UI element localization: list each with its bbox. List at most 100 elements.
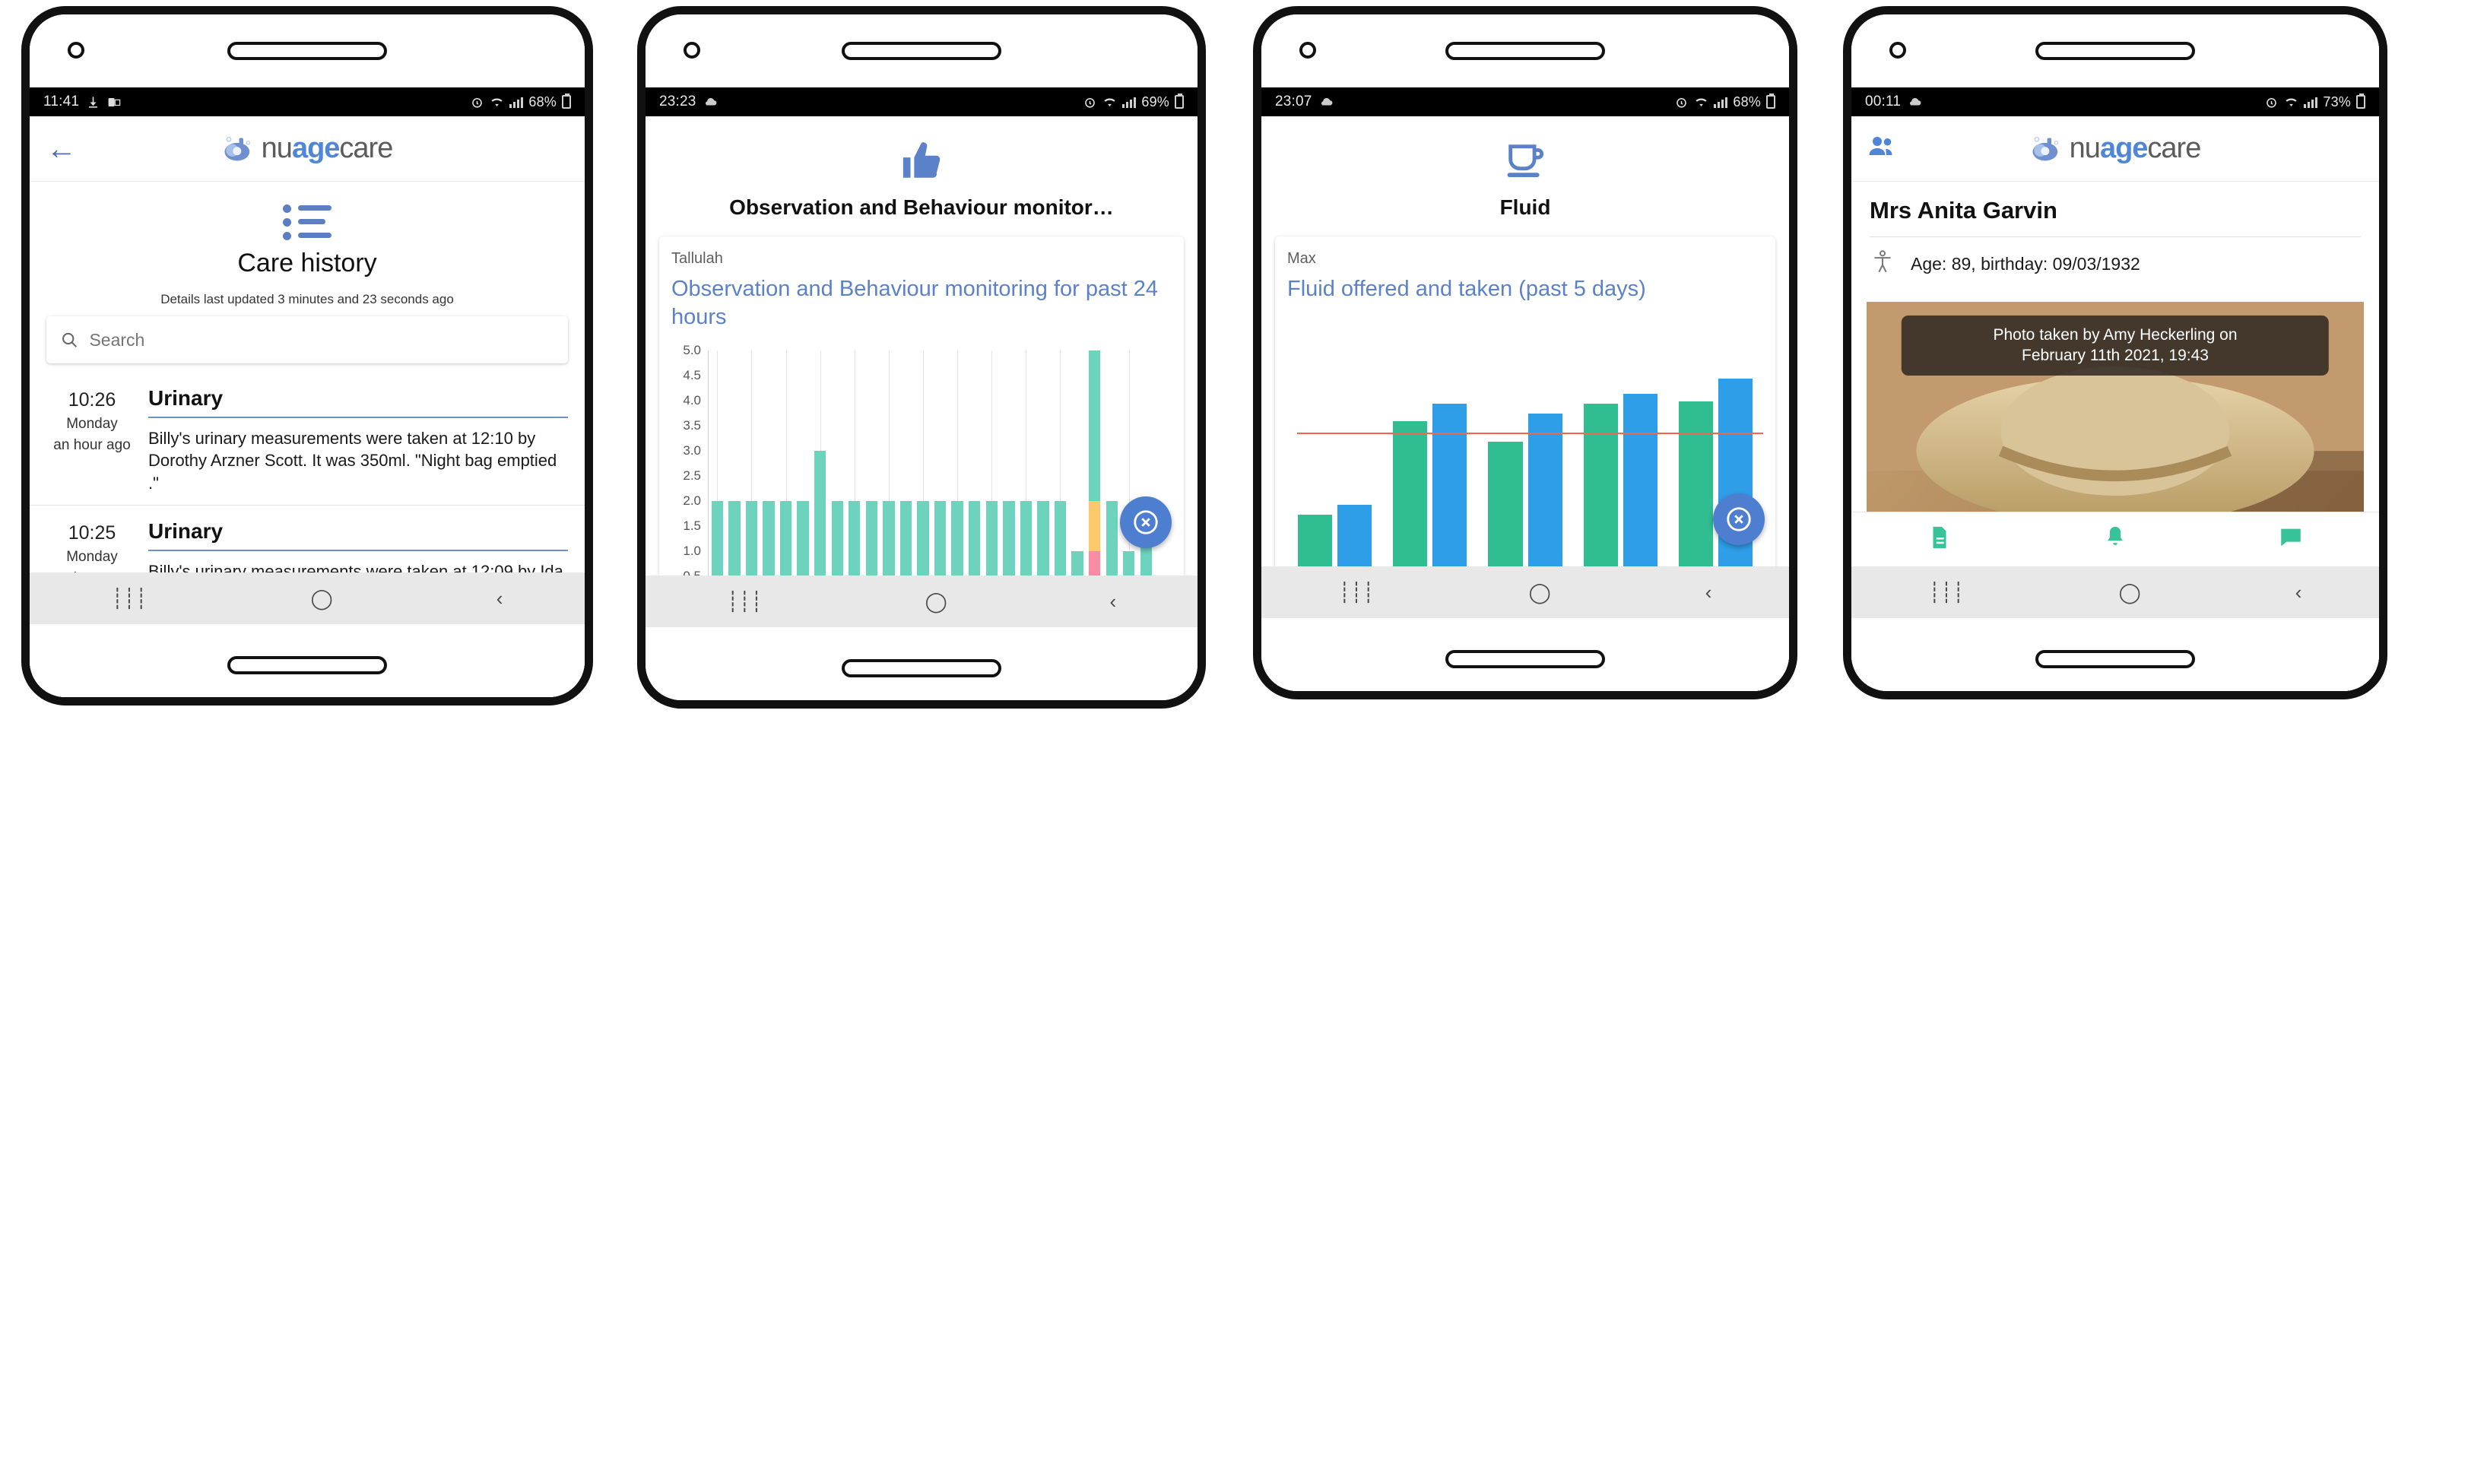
wifi-icon (2286, 98, 2297, 106)
cloud-icon (1910, 97, 1921, 105)
bar-slot (846, 350, 864, 602)
bar-group (1477, 323, 1572, 586)
divider (148, 550, 568, 552)
bottom-tab-bar (1851, 512, 2379, 566)
history-day: Monday (66, 549, 118, 566)
list-icon-row (30, 182, 585, 240)
home-button[interactable]: ◯ (1529, 582, 1551, 602)
status-bar: 23:23 69% (646, 87, 1198, 116)
resident-name: Mrs Anita Garvin (1870, 197, 2057, 224)
status-bar: 00:11 73% (1851, 87, 2379, 116)
phone-4-screen: 00:11 73% nuagecare Mrs Anita Garvin Age… (1851, 87, 2379, 618)
download-icon (89, 96, 98, 108)
wifi-icon (491, 98, 503, 106)
signal-icon (1714, 97, 1728, 108)
bar-group (1287, 323, 1382, 586)
y-tick-label: 4.5 (683, 368, 701, 383)
back-button[interactable]: ‹ (496, 588, 503, 608)
outlook-icon (108, 97, 121, 106)
earpiece-speaker (2035, 42, 2195, 60)
bar-slot (811, 350, 829, 602)
alarm-icon (1677, 97, 1687, 108)
y-tick-label: 3.0 (683, 443, 701, 458)
back-arrow-icon[interactable]: ← (46, 134, 77, 164)
phone-bezel-top (1851, 14, 2379, 87)
fluid-chart (1287, 323, 1763, 586)
search-box[interactable] (46, 316, 568, 363)
status-time: 23:23 (659, 94, 696, 109)
phone-1-care-history: 11:41 68% ← nuagecare Care history Detai… (21, 6, 593, 706)
bar-slot (1137, 350, 1155, 602)
close-circle-icon (1727, 507, 1751, 531)
photo-tooltip: Photo taken by Amy Heckerling on Februar… (1901, 316, 2330, 376)
chat-icon (2281, 528, 2301, 547)
messages-tab[interactable] (2278, 525, 2304, 554)
battery-icon (2356, 94, 2365, 109)
bar-taken (1488, 441, 1523, 586)
back-button[interactable]: ‹ (1705, 582, 1712, 602)
nuagecare-logo: nuagecare (222, 132, 393, 165)
bar-segment (1088, 501, 1101, 552)
history-timestamp: 10:26 Monday an hour ago (46, 386, 138, 494)
recents-button[interactable]: ┊┊┊ (727, 591, 763, 611)
phone-bezel-bottom (1261, 618, 1789, 691)
search-input[interactable] (89, 329, 554, 350)
bar-slot (829, 350, 846, 602)
android-nav-bar: ┊┊┊ ◯ ‹ (30, 572, 585, 624)
phone-4-resident-profile: 00:11 73% nuagecare Mrs Anita Garvin Age… (1843, 6, 2387, 699)
status-time: 23:07 (1275, 94, 1312, 109)
bar-slot (1017, 350, 1035, 602)
status-time: 00:11 (1865, 94, 1902, 109)
history-day: Monday (66, 416, 118, 432)
y-tick-label: 2.0 (683, 493, 701, 509)
bar-slot (949, 350, 966, 602)
divider (148, 417, 568, 418)
bar-taken (1583, 404, 1618, 586)
brand-mark-icon (2032, 136, 2059, 160)
bar-group (1382, 323, 1477, 586)
card-subtitle: Tallulah (671, 250, 723, 267)
bar-slot (1035, 350, 1052, 602)
back-button[interactable]: ‹ (1109, 591, 1116, 611)
recents-button[interactable]: ┊┊┊ (1929, 582, 1965, 602)
battery-percent: 68% (1733, 94, 1761, 109)
history-text: Billy's urinary measurements were taken … (148, 429, 557, 493)
battery-percent: 73% (2323, 94, 2351, 109)
list-item[interactable]: 10:26 Monday an hour ago Urinary Billy's… (30, 373, 585, 506)
recents-button[interactable]: ┊┊┊ (1339, 582, 1375, 602)
cloud-icon (705, 97, 716, 105)
alarm-icon (472, 97, 483, 108)
home-button[interactable]: ◯ (2119, 582, 2141, 602)
app-bar: ← nuagecare (30, 116, 585, 182)
y-tick-label: 5.0 (683, 343, 701, 358)
bar-slot (1001, 350, 1018, 602)
close-fab[interactable] (1120, 496, 1172, 548)
back-button[interactable]: ‹ (2295, 582, 2302, 602)
y-tick-label: 4.0 (683, 393, 701, 408)
people-icon[interactable] (1868, 135, 1895, 163)
alerts-tab[interactable] (2102, 525, 2128, 554)
home-button[interactable]: ◯ (311, 588, 333, 608)
screen-header: Observation and Behaviour monitor… (646, 116, 1198, 220)
home-button[interactable]: ◯ (925, 591, 947, 611)
y-tick-label: 2.5 (683, 468, 701, 484)
phone-1-screen: 11:41 68% ← nuagecare Care history Detai… (30, 87, 585, 624)
documents-tab[interactable] (1927, 525, 1952, 554)
bar-slot (1069, 350, 1086, 602)
history-heading: Urinary (148, 519, 224, 544)
chart-bars (1287, 323, 1763, 586)
phone-3-fluid-chart: 23:07 68% Fluid Max Fluid offered and ta… (1253, 6, 1797, 699)
history-heading: Urinary (148, 386, 224, 410)
page-title: Care history (237, 249, 377, 277)
battery-icon (562, 94, 571, 109)
bar-offered (1623, 393, 1657, 586)
recents-button[interactable]: ┊┊┊ (112, 588, 148, 608)
status-bar: 11:41 68% (30, 87, 585, 116)
history-content: Urinary Billy's urinary measurements wer… (138, 386, 568, 494)
bar-slot (897, 350, 915, 602)
phone-bezel-bottom (30, 624, 585, 697)
cloud-icon (1321, 97, 1332, 105)
close-fab[interactable] (1713, 493, 1765, 545)
phone-2-observation-chart: 23:23 69% Observation and Behaviour moni… (637, 6, 1206, 709)
observation-card: Tallulah Observation and Behaviour monit… (659, 236, 1184, 627)
